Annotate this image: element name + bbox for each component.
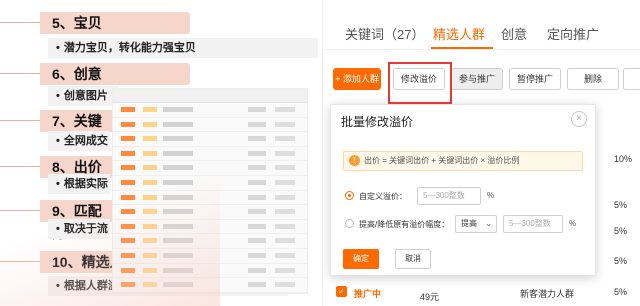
table-row (113, 147, 307, 162)
table-row (113, 234, 307, 249)
crowd-name-cell: 新客潜力人群 (520, 289, 575, 299)
table-row (113, 220, 307, 235)
table-row (113, 278, 307, 293)
warning-icon: ! (349, 155, 360, 166)
confirm-button[interactable]: 确定 (343, 249, 379, 269)
premium-cell: 5% (614, 226, 628, 236)
table-row: ✓ 推广中 49元 新客潜力人群 5% (330, 282, 630, 306)
section-title-6: 6、创意 (0, 63, 190, 85)
pause-promotion-button[interactable]: 暂停推广 (509, 68, 561, 90)
highlight-box (388, 62, 452, 104)
adjust-premium-label: 提高/降低原有溢价幅度： (359, 220, 450, 229)
tutorial-slide: 5、宝贝 潜力宝贝，转化能力强宝贝 6、创意 创意图片 7、关键词 全网成交 8… (0, 0, 330, 306)
tab-selected-crowd[interactable]: 精选人群 (433, 24, 485, 43)
adjust-premium-radio[interactable] (345, 219, 354, 228)
delete-button[interactable]: 删除 (567, 68, 619, 90)
table-row (113, 176, 307, 191)
table-row (113, 103, 307, 118)
table-row (113, 132, 307, 147)
cancel-button[interactable]: 取消 (395, 249, 431, 269)
premium-cell: 5% (614, 287, 628, 297)
premium-cell: 5% (614, 200, 628, 210)
custom-premium-label: 自定义溢价： (359, 192, 407, 201)
formula-notice: ! 出价 = 关键词出价 + 关键词出价 × 溢价比例 (343, 151, 583, 171)
adjust-premium-input[interactable]: 5—300整数 (503, 215, 563, 233)
batch-modify-premium-dialog: 批量修改溢价 × ! 出价 = 关键词出价 + 关键词出价 × 溢价比例 自定义… (330, 104, 596, 276)
action-toolbar: + 添加人群 修改溢价 参与推广 暂停推广 删除 (323, 64, 640, 94)
tab-keywords[interactable]: 关键词（27） (345, 24, 424, 43)
table-row (113, 264, 307, 279)
section-detail-7: 全网成交 (48, 131, 110, 151)
chevron-down-icon: ⌄ (485, 219, 492, 228)
join-promotion-button[interactable]: 参与推广 (451, 68, 503, 90)
active-tab-indicator (431, 47, 493, 49)
premium-cell: 5% (614, 256, 628, 266)
price-cell: 49元 (420, 292, 440, 302)
table-row (113, 249, 307, 264)
section-title-5: 5、宝贝 (0, 12, 190, 34)
percent-unit: % (569, 219, 577, 228)
embedded-table-screenshot (112, 88, 308, 294)
row-checkbox[interactable]: ✓ (336, 286, 347, 297)
add-crowd-button[interactable]: + 添加人群 (333, 68, 381, 90)
embedded-table-header (113, 89, 307, 103)
table-row (113, 161, 307, 176)
custom-premium-input[interactable]: 5—300整数 (417, 187, 481, 205)
adjust-direction-select[interactable]: 提高 ⌄ (455, 215, 497, 233)
table-row (113, 205, 307, 220)
formula-text: 出价 = 关键词出价 + 关键词出价 × 溢价比例 (364, 156, 520, 165)
tab-creative[interactable]: 创意 (501, 24, 527, 43)
close-icon[interactable]: × (571, 111, 587, 127)
section-detail-8: 根据实际 (48, 174, 110, 194)
tab-bar: 关键词（27） 精选人群 创意 定向推广 (323, 0, 640, 50)
custom-premium-radio[interactable] (345, 191, 354, 200)
section-detail-5: 潜力宝贝，转化能力强宝贝 (48, 38, 318, 58)
more-button[interactable] (623, 68, 640, 90)
table-row (113, 118, 307, 133)
status-badge: 推广中 (354, 289, 382, 299)
adjust-direction-value: 提高 (461, 219, 477, 228)
section-detail-6: 创意图片 (48, 86, 118, 106)
dialog-title: 批量修改溢价 (341, 115, 414, 129)
tab-targeted-promotion[interactable]: 定向推广 (547, 24, 599, 43)
section-title-7: 7、关键词 (0, 110, 115, 151)
percent-unit: % (487, 191, 495, 200)
table-row (113, 191, 307, 206)
section-detail-9: 取决于流 (48, 219, 110, 239)
premium-cell: 10% (614, 154, 633, 164)
